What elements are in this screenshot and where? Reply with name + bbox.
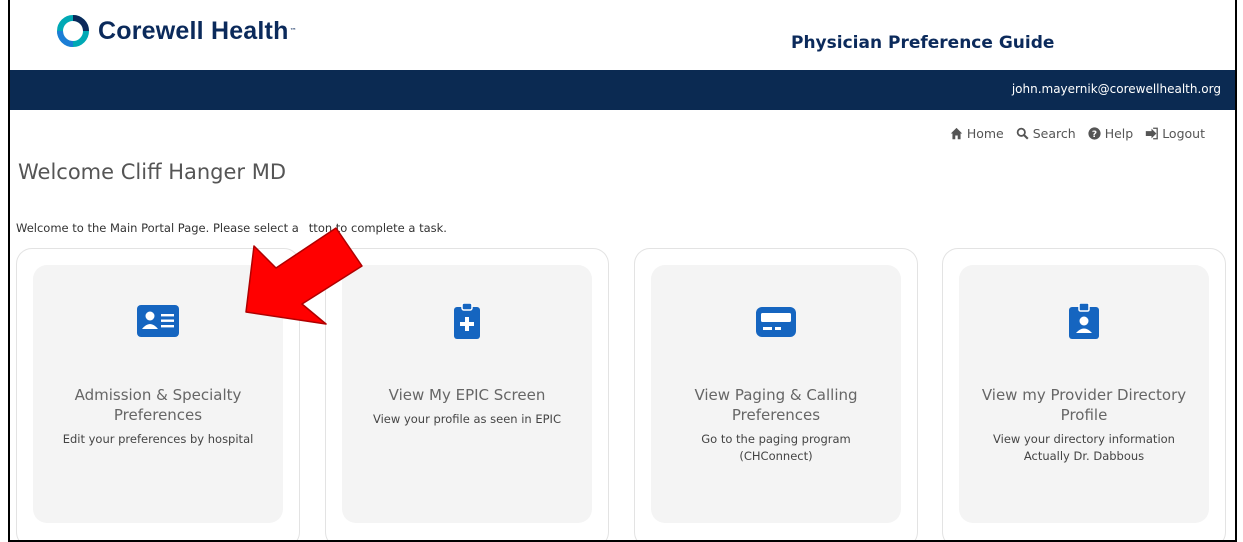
card-description-line: View your directory information bbox=[993, 432, 1175, 446]
nav-help[interactable]: ? Help bbox=[1088, 126, 1134, 141]
corewell-logo-icon bbox=[57, 15, 89, 47]
card-inner: Admission & Specialty Preferences Edit y… bbox=[33, 265, 283, 523]
nav-home[interactable]: Home bbox=[950, 126, 1004, 141]
pager-icon bbox=[756, 307, 796, 337]
brand-name: Corewell Health bbox=[98, 16, 289, 45]
nav-help-label: Help bbox=[1104, 126, 1134, 141]
card-title-line: Profile bbox=[1060, 406, 1108, 424]
intro-text-end: tton to complete a task. bbox=[308, 221, 447, 235]
card-provider-directory[interactable]: View my Provider Directory Profile View … bbox=[942, 248, 1226, 540]
card-description-line: View your profile as seen in EPIC bbox=[373, 412, 561, 426]
nav-logout-label: Logout bbox=[1162, 126, 1205, 141]
card-title-line: View Paging & Calling bbox=[694, 386, 858, 404]
card-title: Admission & Specialty Preferences bbox=[43, 385, 273, 425]
user-email: john.mayernik@corewellhealth.org bbox=[1011, 82, 1221, 96]
id-badge-icon bbox=[1069, 303, 1099, 339]
card-title-line: Admission & Specialty bbox=[74, 386, 242, 404]
corewell-logo[interactable]: Corewell Health ™ bbox=[56, 14, 297, 48]
card-inner: View Paging & Calling Preferences Go to … bbox=[651, 265, 901, 523]
card-description-line: Actually Dr. Dabbous bbox=[1023, 449, 1145, 463]
medical-clipboard-icon bbox=[454, 303, 480, 339]
card-description: Go to the paging program (CHConnect) bbox=[661, 431, 891, 465]
home-icon bbox=[950, 127, 962, 140]
card-description: View your directory information Actually… bbox=[969, 431, 1199, 465]
help-icon: ? bbox=[1088, 127, 1101, 140]
card-epic-screen[interactable]: View My EPIC Screen View your profile as… bbox=[325, 248, 609, 540]
search-icon bbox=[1016, 127, 1029, 140]
intro-text: Welcome to the Main Portal Page. Please … bbox=[16, 221, 447, 235]
card-paging-preferences[interactable]: View Paging & Calling Preferences Go to … bbox=[634, 248, 918, 540]
card-inner: View My EPIC Screen View your profile as… bbox=[342, 265, 592, 523]
card-description: View your profile as seen in EPIC bbox=[352, 411, 582, 428]
site-header: Corewell Health ™ Physician Preference Gu… bbox=[10, 0, 1235, 70]
card-description: Edit your preferences by hospital bbox=[43, 431, 273, 448]
card-title: View my Provider Directory Profile bbox=[969, 385, 1199, 425]
nav-logout[interactable]: Logout bbox=[1145, 126, 1205, 141]
browser-frame: Corewell Health ™ Physician Preference Gu… bbox=[8, 0, 1237, 542]
welcome-heading: Welcome Cliff Hanger MD bbox=[18, 160, 287, 184]
brand-trademark: ™ bbox=[289, 27, 297, 35]
card-description-line: (CHConnect) bbox=[739, 449, 813, 463]
card-title-line: View My EPIC Screen bbox=[388, 386, 546, 404]
intro-text-start: Welcome to the Main Portal Page. Please … bbox=[16, 221, 299, 235]
card-inner: View my Provider Directory Profile View … bbox=[959, 265, 1209, 523]
card-title-line: Preferences bbox=[113, 406, 203, 424]
user-bar: john.mayernik@corewellhealth.org bbox=[10, 70, 1235, 110]
id-card-icon bbox=[137, 305, 179, 337]
card-description-line: Edit your preferences by hospital bbox=[62, 432, 254, 446]
nav-search-label: Search bbox=[1032, 126, 1076, 141]
nav-home-label: Home bbox=[966, 126, 1004, 141]
top-nav: Home Search ? Help Logout bbox=[950, 126, 1205, 141]
logout-icon bbox=[1146, 127, 1159, 140]
card-description-line: Go to the paging program bbox=[701, 432, 851, 446]
card-title-line: View my Provider Directory bbox=[981, 386, 1187, 404]
card-title: View My EPIC Screen bbox=[352, 385, 582, 405]
card-title-line: Preferences bbox=[731, 406, 821, 424]
nav-search[interactable]: Search bbox=[1016, 126, 1076, 141]
svg-text:?: ? bbox=[1092, 130, 1097, 140]
card-admission-preferences[interactable]: Admission & Specialty Preferences Edit y… bbox=[16, 248, 300, 540]
app-title: Physician Preference Guide bbox=[791, 33, 1055, 53]
card-title: View Paging & Calling Preferences bbox=[661, 385, 891, 425]
